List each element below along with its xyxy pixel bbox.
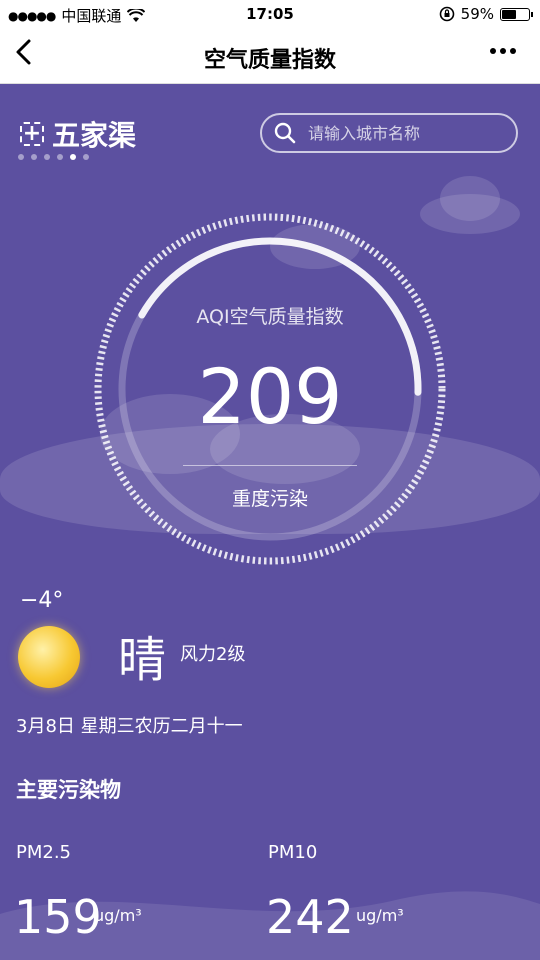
search-icon: [274, 122, 296, 144]
main-content: + 五家渠 AQI空气质量指数 209 重度污染 −4° 晴 风力2级 3月8日…: [0, 84, 540, 960]
page-dot[interactable]: [18, 154, 24, 160]
status-right: 59%: [439, 5, 533, 23]
pm10-label: PM10: [268, 842, 318, 863]
pm25-value: 159: [14, 890, 102, 944]
status-bar: ●●●●● 中国联通 17:05 59%: [0, 0, 540, 28]
page-title: 空气质量指数: [203, 48, 336, 73]
temperature: −4°: [20, 588, 64, 613]
page-dot[interactable]: [70, 154, 76, 160]
battery-percent: 59%: [460, 5, 494, 23]
pm10-unit: ug/m³: [356, 906, 404, 925]
sun-icon: [18, 626, 80, 688]
aqi-label: AQI空气质量指数: [196, 306, 344, 328]
aqi-divider: [183, 465, 357, 466]
more-button[interactable]: [488, 36, 518, 72]
pollutants-title: 主要污染物: [16, 778, 121, 802]
more-dots-icon: [490, 48, 516, 54]
wind-level: 风力2级: [180, 644, 246, 665]
city-page-indicator: [18, 154, 89, 160]
battery-fill: [502, 9, 516, 19]
city-search[interactable]: [260, 113, 518, 153]
aqi-value: 209: [197, 352, 343, 441]
date-line: 3月8日 星期三农历二月十一: [16, 716, 243, 737]
add-city-button[interactable]: +: [20, 122, 44, 146]
page-dot[interactable]: [44, 154, 50, 160]
battery-icon: [500, 7, 533, 21]
search-input[interactable]: [306, 122, 500, 144]
pm25-unit: ug/m³: [94, 906, 142, 925]
page-dot[interactable]: [83, 154, 89, 160]
page-dot[interactable]: [31, 154, 37, 160]
weather-condition: 晴: [118, 632, 167, 688]
city-name: 五家渠: [52, 119, 137, 152]
aqi-level: 重度污染: [231, 488, 308, 510]
pm10-value: 242: [266, 890, 354, 944]
city-header: + 五家渠: [20, 114, 136, 154]
page-dot[interactable]: [57, 154, 63, 160]
pm25-label: PM2.5: [16, 842, 72, 863]
plus-icon: +: [22, 121, 42, 146]
rotation-lock-icon: [439, 6, 454, 22]
nav-bar: 空气质量指数: [0, 28, 540, 84]
